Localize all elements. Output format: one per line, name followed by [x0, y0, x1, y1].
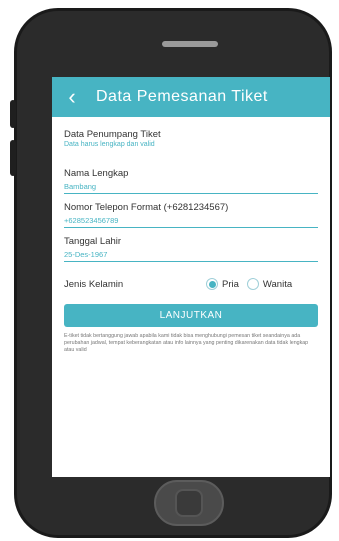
gender-radio-wanita[interactable] [246, 278, 259, 290]
app-header: ‹ Data Pemesanan Tiket [52, 77, 330, 117]
app-screen: ‹ Data Pemesanan Tiket Data Penumpang Ti… [52, 77, 330, 477]
phone-input[interactable] [64, 213, 318, 228]
gender-row: Jenis Kelamin Pria Wanita [64, 278, 318, 290]
form-content: Data Penumpang Tiket Data harus lengkap … [52, 117, 330, 354]
name-input[interactable] [64, 179, 318, 194]
dob-input[interactable] [64, 247, 318, 262]
phone-label: Nomor Telepon Format (+6281234567) [64, 202, 229, 213]
home-button[interactable] [154, 480, 224, 526]
continue-button[interactable]: LANJUTKAN [64, 304, 318, 327]
section-title: Data Penumpang Tiket [64, 129, 161, 140]
phone-frame: ‹ Data Pemesanan Tiket Data Penumpang Ti… [14, 8, 332, 538]
side-button-bottom [10, 140, 16, 176]
dob-label: Tanggal Lahir [64, 236, 122, 247]
side-button-top [10, 100, 16, 128]
name-label: Nama Lengkap [64, 168, 129, 179]
radio-dot-icon [208, 280, 216, 288]
phone-field-group: Nomor Telepon Format (+6281234567) [64, 202, 318, 228]
gender-label: Jenis Kelamin [64, 278, 124, 290]
home-button-icon [175, 489, 203, 517]
back-arrow-icon[interactable]: ‹ [52, 77, 92, 117]
section-subtitle: Data harus lengkap dan valid [64, 141, 155, 148]
speaker-grille [162, 41, 218, 47]
gender-option-wanita[interactable]: Wanita [263, 279, 292, 290]
dob-field-group: Tanggal Lahir [64, 236, 318, 262]
gender-option-pria[interactable]: Pria [222, 279, 239, 290]
name-field-group: Nama Lengkap [64, 168, 318, 194]
page-title: Data Pemesanan Tiket [96, 88, 268, 105]
gender-radio-pria[interactable] [206, 278, 218, 290]
disclaimer-text: E-tiket tidak bertanggung jawab apabila … [64, 333, 309, 353]
